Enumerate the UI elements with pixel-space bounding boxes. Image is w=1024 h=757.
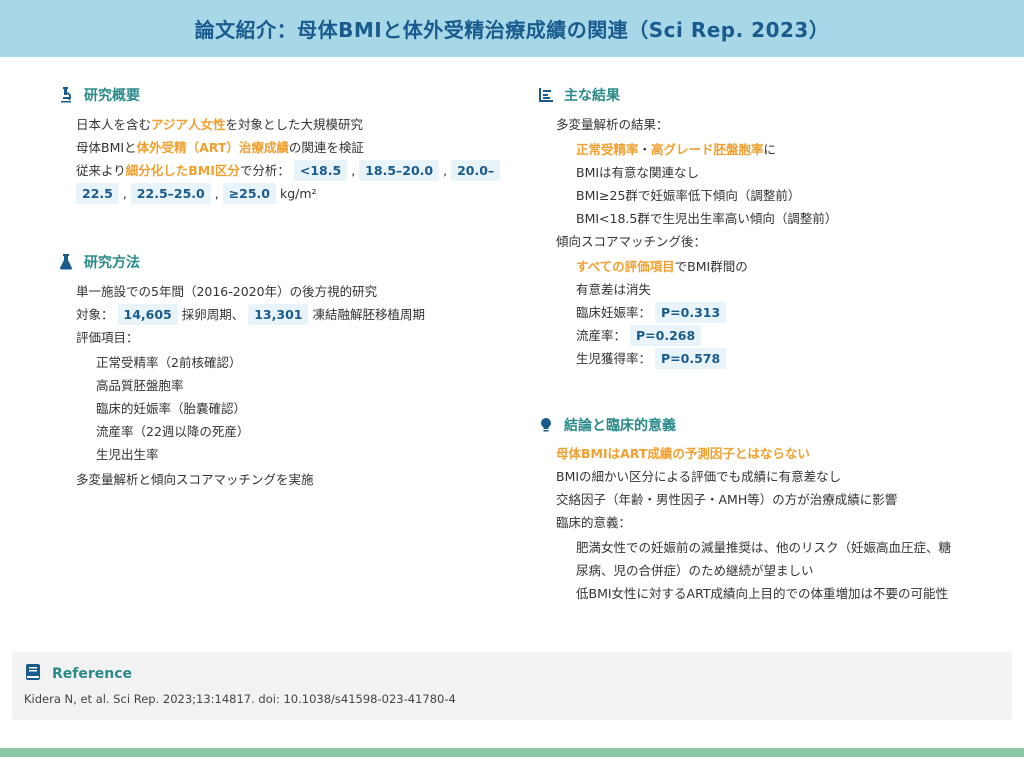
overview-line-3: 従来より細分化したBMI区分で分析： <18.5 , 18.5–20.0 , 2… bbox=[58, 159, 501, 182]
book-icon bbox=[26, 664, 40, 684]
bmi-category-chip: 20.0– bbox=[451, 160, 501, 181]
reference-heading-text: Reference bbox=[52, 666, 133, 682]
methods-line-2: 対象： 14,605 採卵周期、 13,301 凍結融解胚移植周期 bbox=[58, 303, 478, 326]
conclusion-line-3: 交絡因子（年齢・男性因子・AMH等）の方が治療成績に影響 bbox=[556, 492, 898, 507]
p-value-row: 臨床妊娠率： P=0.313 bbox=[538, 301, 978, 324]
p-value-row: 流産率： P=0.268 bbox=[538, 324, 978, 347]
bmi-category-chip: ≥25.0 bbox=[222, 183, 277, 204]
conclusion-heading-text: 結論と臨床的意義 bbox=[564, 418, 676, 434]
reference-heading: Reference bbox=[26, 664, 132, 684]
endpoint-item: 正常受精率（2前核確認） bbox=[96, 355, 242, 370]
page-title: 論文紹介：母体BMIと体外受精治療成績の関連（Sci Rep. 2023） bbox=[194, 18, 830, 42]
flask-icon bbox=[58, 254, 74, 270]
reference-box: Reference Kidera N, et al. Sci Rep. 2023… bbox=[12, 652, 1012, 720]
results-heading-text: 主な結果 bbox=[564, 88, 620, 104]
bottom-accent-bar bbox=[0, 748, 1024, 757]
methods-line-1: 単一施設での5年間（2016-2020年）の後方視的研究 bbox=[76, 284, 378, 299]
results-line-8: 有意差は消失 bbox=[576, 282, 652, 297]
overview-line-1: 日本人を含むアジア人女性を対象とした大規模研究 bbox=[76, 117, 364, 132]
p-value-chip: P=0.313 bbox=[655, 302, 727, 323]
results-line-6: 傾向スコアマッチング後： bbox=[556, 234, 707, 249]
count-chip: 14,605 bbox=[117, 304, 178, 325]
conclusion-line-2: BMIの細かい区分による評価でも成績に有意差なし bbox=[556, 469, 842, 484]
right-column: 主な結果 多変量解析の結果： 正常受精率・高グレード胚盤胞率に BMIは有意な関… bbox=[538, 82, 978, 605]
count-chip: 13,301 bbox=[248, 304, 309, 325]
bar-list-icon bbox=[538, 87, 554, 103]
overview-line-4: 22.5 , 22.5–25.0 , ≥25.0 kg/m² bbox=[58, 182, 478, 205]
results-line-5: BMI<18.5群で生児出生率高い傾向（調整前） bbox=[576, 211, 838, 226]
overview-heading-text: 研究概要 bbox=[84, 88, 140, 104]
overview-heading: 研究概要 bbox=[58, 82, 478, 108]
conclusion-heading: 結論と臨床的意義 bbox=[538, 412, 978, 438]
conclusion-line-4: 臨床的意義： bbox=[556, 515, 632, 530]
results-line-1: 多変量解析の結果： bbox=[556, 117, 669, 132]
bmi-category-chip: 22.5–25.0 bbox=[130, 183, 211, 204]
conclusion-main: 母体BMIはART成績の予測因子とはならない bbox=[556, 446, 810, 461]
lightbulb-icon bbox=[538, 417, 554, 433]
results-heading: 主な結果 bbox=[538, 82, 978, 108]
bmi-category-chip: 18.5–20.0 bbox=[359, 160, 440, 181]
conclusion-line-5a: 肥満女性での妊娠前の減量推奨は、他のリスク（妊娠高血圧症、糖 bbox=[576, 540, 952, 555]
p-value-row: 生児獲得率： P=0.578 bbox=[538, 347, 978, 370]
p-value-chip: P=0.268 bbox=[630, 325, 702, 346]
results-line-7: すべての評価項目でBMI群間の bbox=[576, 259, 748, 274]
endpoint-item: 高品質胚盤胞率 bbox=[96, 378, 184, 393]
conclusion-line-5b: 尿病、児の合併症）のため継続が望ましい bbox=[576, 563, 814, 578]
conclusion-line-6: 低BMI女性に対するART成績向上目的での体重増加は不要の可能性 bbox=[576, 586, 949, 601]
bmi-category-chip: <18.5 bbox=[293, 160, 348, 181]
reference-citation: Kidera N, et al. Sci Rep. 2023;13:14817.… bbox=[24, 692, 456, 706]
endpoint-item: 臨床的妊娠率（胎嚢確認） bbox=[96, 401, 247, 416]
methods-heading: 研究方法 bbox=[58, 249, 478, 275]
overview-line-2: 母体BMIと体外受精（ART）治療成績の関連を検証 bbox=[76, 140, 364, 155]
microscope-icon bbox=[58, 87, 74, 103]
methods-heading-text: 研究方法 bbox=[84, 255, 140, 271]
endpoint-item: 流産率（22週以降の死産） bbox=[96, 424, 250, 439]
methods-line-4: 多変量解析と傾向スコアマッチングを実施 bbox=[76, 472, 314, 487]
results-line-2: 正常受精率・高グレード胚盤胞率に bbox=[576, 142, 777, 157]
p-value-chip: P=0.578 bbox=[655, 348, 727, 369]
methods-line-3: 評価項目： bbox=[76, 330, 139, 345]
results-line-4: BMI≥25群で妊娠率低下傾向（調整前） bbox=[576, 188, 801, 203]
results-line-3: BMIは有意な関連なし bbox=[576, 165, 700, 180]
bmi-category-chip: 22.5 bbox=[76, 183, 119, 204]
left-column: 研究概要 日本人を含むアジア人女性を対象とした大規模研究 母体BMIと体外受精（… bbox=[58, 82, 501, 491]
title-bar: 論文紹介：母体BMIと体外受精治療成績の関連（Sci Rep. 2023） bbox=[0, 0, 1024, 57]
endpoint-item: 生児出生率 bbox=[96, 447, 159, 462]
